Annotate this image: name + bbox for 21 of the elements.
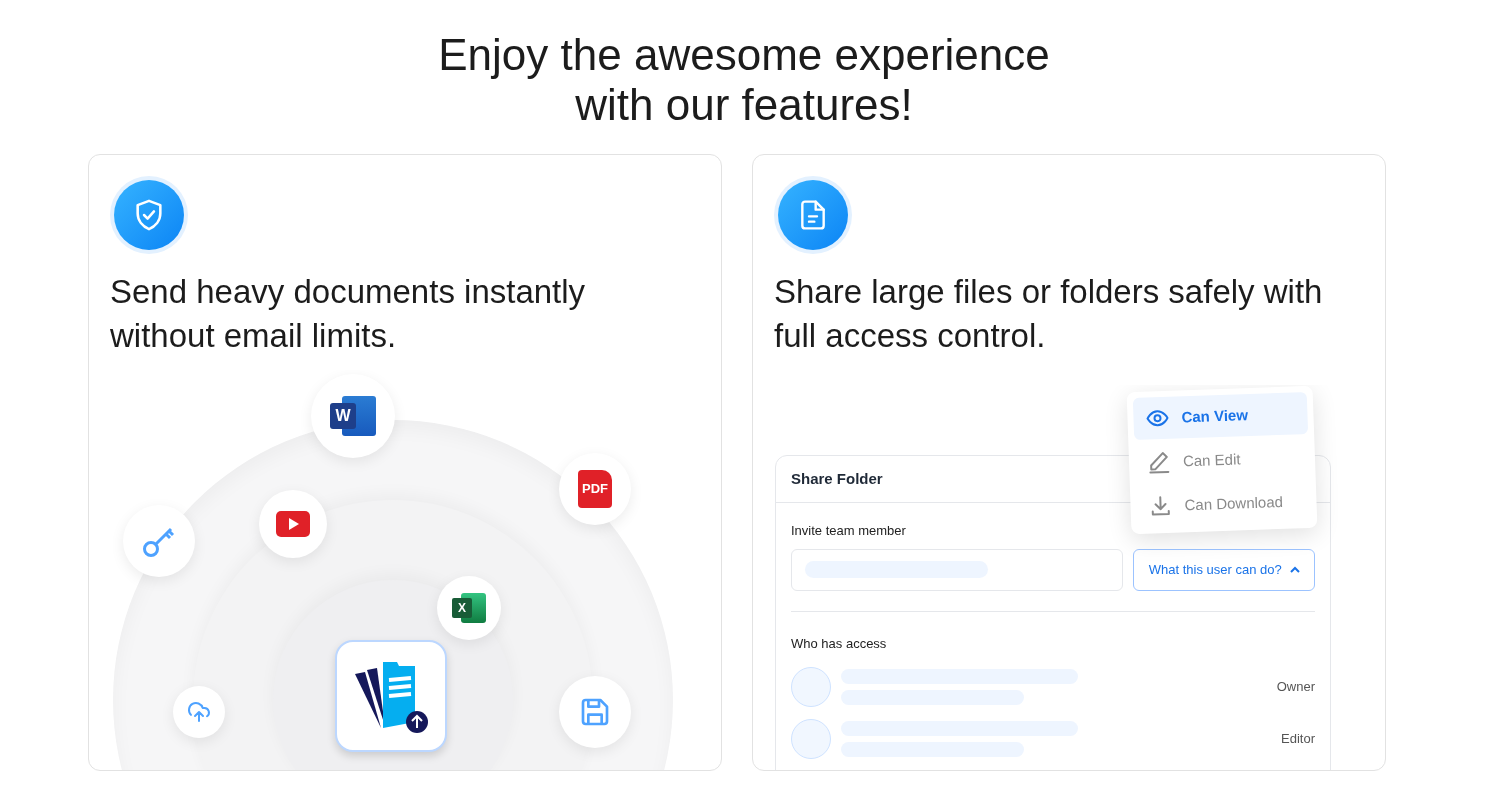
- feature-title: Send heavy documents instantly without email limits.: [110, 272, 587, 356]
- logo-letter: W: [330, 403, 356, 429]
- menu-item[interactable]: Can View: [1132, 392, 1309, 441]
- page-heading: Enjoy the awesome experience with our features!: [437, 29, 1051, 130]
- avatar: [791, 719, 831, 759]
- input-field[interactable]: [791, 548, 1124, 591]
- app-logo-icon: [335, 640, 447, 752]
- role-label: Owner: [1276, 678, 1315, 697]
- avatar: [791, 667, 831, 707]
- save-icon: [579, 696, 611, 728]
- feature-title: Share large files or folders safely with full access control.: [774, 272, 1324, 356]
- field-label: Invite team member: [791, 522, 907, 540]
- panel-title: Share Folder: [791, 468, 883, 489]
- pencil-icon: [1146, 449, 1172, 475]
- cloud-upload-icon: [186, 700, 212, 724]
- permission-dropdown[interactable]: What this user can do?: [1133, 548, 1315, 591]
- role-label: Editor: [1281, 730, 1315, 749]
- logo-letter: X: [452, 598, 472, 618]
- pdf-file-icon: PDF: [578, 470, 612, 508]
- section-label: Who has access: [791, 634, 888, 653]
- play-icon: [276, 511, 310, 537]
